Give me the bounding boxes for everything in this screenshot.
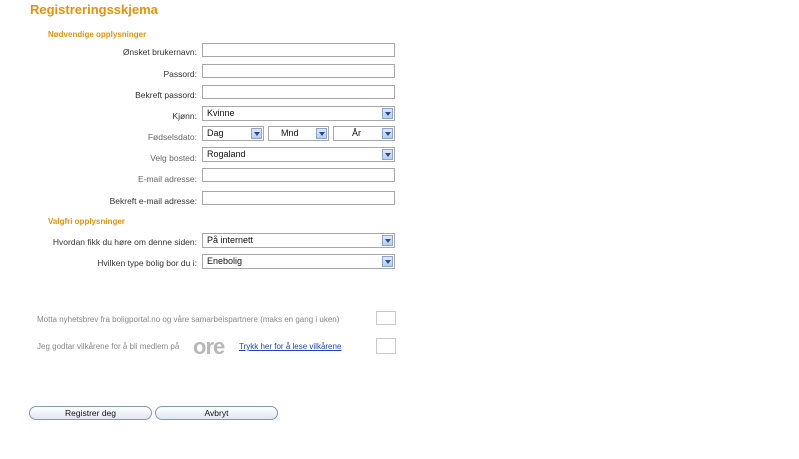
username-label: Ønsket brukernavn: xyxy=(122,47,197,57)
birth-day-select[interactable]: Dag xyxy=(202,126,264,141)
password-label: Passord: xyxy=(163,69,197,79)
gender-select[interactable]: Kvinne xyxy=(202,106,395,121)
heard-about-label: Hvordan fikk du høre om denne siden: xyxy=(52,237,197,247)
confirm-email-label: Bekreft e-mail adresse: xyxy=(109,196,197,206)
chevron-down-icon[interactable] xyxy=(316,128,327,139)
page-title: Registreringsskjema xyxy=(30,2,158,17)
password-input[interactable] xyxy=(202,64,395,78)
username-input[interactable] xyxy=(202,43,395,57)
confirm-email-input[interactable] xyxy=(202,191,395,205)
chevron-down-icon[interactable] xyxy=(382,149,393,160)
confirm-password-input[interactable] xyxy=(202,85,395,99)
email-label: E-mail adresse: xyxy=(137,174,197,184)
residence-select[interactable]: Rogaland xyxy=(202,147,395,162)
confirm-password-label: Bekreft passord: xyxy=(135,90,197,100)
residence-select-value: Rogaland xyxy=(207,149,246,159)
chevron-down-icon[interactable] xyxy=(382,128,393,139)
housing-type-select-value: Enebolig xyxy=(207,256,243,266)
chevron-down-icon[interactable] xyxy=(251,128,262,139)
chevron-down-icon[interactable] xyxy=(382,108,393,119)
heard-about-select[interactable]: På internett xyxy=(202,233,395,248)
terms-checkbox[interactable] xyxy=(376,338,396,354)
newsletter-checkbox[interactable] xyxy=(376,311,396,325)
birth-month-value: Mnd xyxy=(281,128,299,138)
chevron-down-icon[interactable] xyxy=(382,256,393,267)
birth-year-value: År xyxy=(352,128,361,138)
gender-select-value: Kvinne xyxy=(207,108,235,118)
chevron-down-icon[interactable] xyxy=(382,235,393,246)
optional-section-heading: Valgfri opplysninger xyxy=(48,217,125,226)
terms-label: Jeg godtar vilkårene for å bli medlem på xyxy=(37,342,180,351)
birth-day-value: Dag xyxy=(207,128,224,138)
heard-about-select-value: På internett xyxy=(207,235,254,245)
email-input[interactable] xyxy=(202,168,395,182)
residence-label: Velg bosted: xyxy=(150,153,197,163)
captcha-image: ore xyxy=(193,337,225,356)
newsletter-label: Motta nyhetsbrev fra boligportal.no og v… xyxy=(37,315,340,324)
housing-type-label: Hvilken type bolig bor du i: xyxy=(97,258,197,268)
housing-type-select[interactable]: Enebolig xyxy=(202,254,395,269)
birth-year-select[interactable]: År xyxy=(333,126,395,141)
birthdate-label: Fødselsdato: xyxy=(147,132,197,142)
cancel-button[interactable]: Avbryt xyxy=(155,406,278,420)
register-button[interactable]: Registrer deg xyxy=(29,406,152,420)
required-section-heading: Nødvendige opplysninger xyxy=(48,30,147,39)
terms-link[interactable]: Trykk her for å lese vilkårene xyxy=(239,342,341,351)
birth-month-select[interactable]: Mnd xyxy=(268,126,329,141)
gender-label: Kjønn: xyxy=(172,111,197,121)
